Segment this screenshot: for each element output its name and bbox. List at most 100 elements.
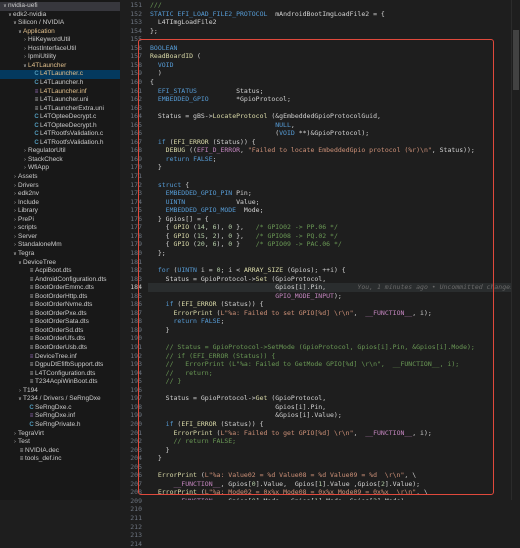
code-line[interactable]: UINTN Value; [150,198,260,207]
code-line[interactable]: Gpios[i].Pin, You, 1 minutes ago • Uncom… [148,283,520,292]
code-line[interactable]: } [150,163,162,172]
code-line[interactable]: Status = gBS->LocateProtocol (&gEmbedded… [150,112,381,121]
code-line[interactable]: { GPIO (15, 2), 0 }, /* GPIO08 -> PQ.02 … [150,232,338,241]
code-line[interactable]: }; [150,249,166,258]
code-line[interactable]: /// [150,1,162,10]
explorer-item[interactable]: › Drivers [0,182,120,191]
explorer-item[interactable]: › Include [0,199,120,208]
code-line[interactable]: &Gpios[i].Value); [150,411,342,420]
explorer-item[interactable]: › Assets [0,173,120,182]
code-line[interactable]: BOOLEAN [150,44,177,53]
code-line[interactable]: if (EFI_ERROR (Status)) { [150,138,256,147]
explorer-item[interactable]: CL4TLauncher.c9+, M [0,70,120,79]
code-line[interactable]: EMBEDDED_GPIO *GpioProtocol; [150,95,291,104]
code-line[interactable]: ErrorPrint (L"%a: Value02 = %d Value08 =… [150,471,416,480]
code-line[interactable]: // Status = GpioProtocol->SetMode (GpioP… [150,343,475,352]
code-line[interactable]: ErrorPrint (L"%a: Failed to get GPIO[%d]… [150,429,431,438]
explorer-item[interactable]: ≡ BootOrderSata.dts [0,318,120,327]
code-line[interactable]: }; [150,27,158,36]
code-line[interactable]: // if (EFI_ERROR (Status)) { [150,352,276,361]
explorer-item[interactable]: ∨Tegra [0,250,120,259]
code-line[interactable]: if (EFI_ERROR (Status)) { [150,300,264,309]
code-line[interactable]: Status = GpioProtocol->Set (GpioProtocol… [150,275,326,284]
code-line[interactable]: } [150,446,170,455]
explorer-item[interactable]: CL4TLauncher.h [0,79,120,88]
explorer-item[interactable]: › IpmiUtility [0,53,120,62]
explorer-item[interactable]: › StandaloneMm [0,241,120,250]
explorer-item[interactable]: ∨Application [0,28,120,37]
explorer-item[interactable]: ≡ T234AcpiWinBoot.dts [0,378,120,387]
explorer-item[interactable]: ≡ SeRngDxe.inf [0,412,120,421]
explorer-item[interactable]: ∨Silicon / NVIDIA [0,19,120,28]
explorer-item[interactable]: › HostInterfaceUtil [0,45,120,54]
explorer-item[interactable]: › TegraVirt [0,430,120,439]
explorer-item[interactable]: ≡ L4TLauncher.uni [0,96,120,105]
explorer-item[interactable]: › Server [0,233,120,242]
code-line[interactable]: for (UINTN i = 0; i < ARRAY_SIZE (Gpios)… [150,266,346,275]
explorer-item[interactable]: ≡L4TLauncher.infM [0,88,120,97]
explorer-item[interactable]: ≡ BootOrderHttp.dts [0,293,120,302]
code-line[interactable]: ErrorPrint (L"%a: Failed to set GPIO[%d]… [150,309,431,318]
code-line[interactable]: ) [150,69,162,78]
explorer-item[interactable]: ≡ BootOrderEmmc.dts [0,284,120,293]
explorer-item[interactable]: ∨L4TLauncher [0,62,120,71]
code-line[interactable]: EMBEDDED_GPIO_PIN Pin; [150,189,252,198]
explorer-item[interactable]: › Test [0,438,120,447]
code-line[interactable]: GPIO_MODE_INPUT); [150,292,342,301]
explorer-item[interactable]: ≡ L4TConfiguration.dts [0,370,120,379]
code-line[interactable]: ErrorPrint (L"%a: Mode02 = 0x%x Mode08 =… [150,488,428,497]
code-line[interactable]: // return; [150,369,213,378]
explorer-item[interactable]: ∨T234 / Drivers / SeRngDxe [0,395,120,404]
explorer-item[interactable]: ≡ BootOrderUfs.dts [0,335,120,344]
code-line[interactable]: { GPIO (20, 6), 0 } /* GPIO09 -> PAC.06 … [150,240,342,249]
explorer-item[interactable]: ∨nvidia-uefi [0,2,120,11]
explorer-item[interactable]: › Library [0,207,120,216]
explorer-item[interactable]: › T194 [0,387,120,396]
explorer-item[interactable]: ≡ BootOrderUsb.dts [0,344,120,353]
explorer-item[interactable]: ≡ tools_def.inc [0,455,120,464]
code-line[interactable]: EMBEDDED_GPIO_MODE Mode; [150,206,264,215]
explorer-item[interactable]: ≡ AcpiBoot.dts [0,267,120,276]
explorer-item[interactable]: CSeRngPrivate.h [0,421,120,430]
explorer-item[interactable]: › scripts [0,224,120,233]
code-line[interactable]: struct { [150,181,189,190]
explorer-item[interactable]: › WfiApp [0,164,120,173]
code-line[interactable]: ReadBoardID ( [150,52,201,61]
explorer-item[interactable]: › edk2nv [0,190,120,199]
code-editor[interactable]: ///STATIC EFI_LOAD_FILE2_PROTOCOL mAndro… [148,0,520,500]
explorer-item[interactable]: CL4TOpteeDecrypt.h [0,122,120,131]
explorer-item[interactable]: › PrePi [0,216,120,225]
explorer-item[interactable]: › HiiKeywordUtil [0,36,120,45]
explorer-item[interactable]: › RegulatorUtil [0,147,120,156]
code-line[interactable]: (VOID **)&GpioProtocol); [150,129,369,138]
code-line[interactable]: // ErrorPrint (L"%a: Failed to GetMode G… [150,360,460,369]
explorer-item[interactable]: ≡ BootOrderPxe.dts [0,310,120,319]
code-line[interactable]: // return FALSE; [150,437,236,446]
explorer-item[interactable]: ≡ BootOrderNvme.dts [0,301,120,310]
code-line[interactable]: Status = GpioProtocol->Get (GpioProtocol… [150,394,326,403]
explorer-item[interactable]: CSeRngDxe.c [0,404,120,413]
code-line[interactable]: return FALSE; [150,317,224,326]
explorer-item[interactable]: ∨DeviceTree [0,259,120,268]
scrollbar-thumb[interactable] [513,30,519,90]
explorer-item[interactable]: ∨edk2-nvidia [0,11,120,20]
editor-scrollbar[interactable] [511,0,520,500]
code-line[interactable]: Gpios[i].Pin, [150,403,326,412]
code-line[interactable]: { [150,78,154,87]
explorer-item[interactable]: ≡ L4TLauncherExtra.uni [0,105,120,114]
explorer-item[interactable]: › StackCheck [0,156,120,165]
code-line[interactable]: __FUNCTION__, Gpios[0].Value, Gpios[1].V… [150,480,420,489]
code-line[interactable]: // } [150,377,182,386]
code-line[interactable]: STATIC EFI_LOAD_FILE2_PROTOCOL mAndroidB… [150,10,385,19]
code-line[interactable]: if (EFI_ERROR (Status)) { [150,420,264,429]
explorer-item[interactable]: ≡ NVIDIA.dec [0,447,120,456]
code-line[interactable]: L4TImgLoadFile2 [150,18,217,27]
code-line[interactable]: NULL, [150,121,295,130]
explorer-item[interactable]: ≡ BootOrderSd.dts [0,327,120,336]
explorer-item[interactable]: ≡ DgpuDtEfifbSupport.dts [0,361,120,370]
code-line[interactable]: { GPIO (14, 6), 0 }, /* GPIO02 -> PP.06 … [150,223,338,232]
code-line[interactable]: DEBUG ((EFI_D_ERROR, "Failed to locate E… [150,146,475,155]
code-line[interactable]: } Gpios[] = { [150,215,209,224]
explorer-item[interactable]: ≡ DeviceTree.inf [0,353,120,362]
code-line[interactable]: VOID [150,61,174,70]
